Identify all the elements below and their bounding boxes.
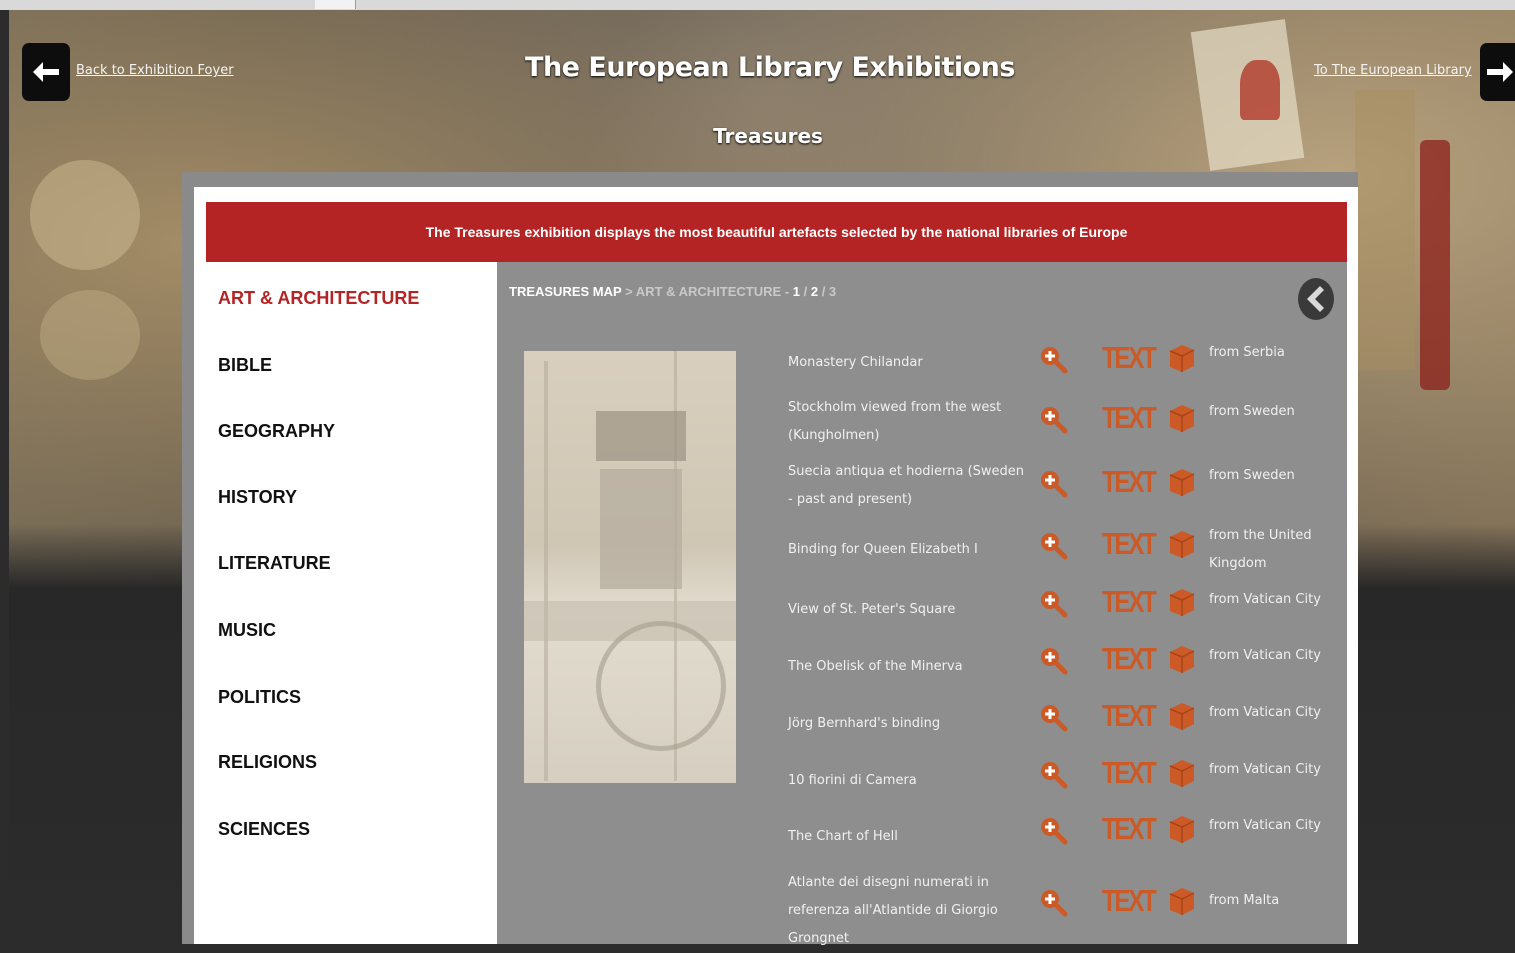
cube-icon[interactable]	[1167, 586, 1197, 618]
treasure-title[interactable]: 10 fiorini di Camera	[788, 767, 1028, 795]
cube-icon[interactable]	[1167, 342, 1197, 374]
browser-tab[interactable]	[315, 0, 356, 9]
cube-icon[interactable]	[1167, 813, 1197, 845]
treasure-title[interactable]: Stockholm viewed from the west (Kungholm…	[788, 394, 1028, 450]
category-sidebar: ART & ARCHITECTURE BIBLE GEOGRAPHY HISTO…	[206, 262, 497, 944]
text-button[interactable]: TEXT	[1102, 583, 1157, 621]
page-link-1[interactable]: 1	[793, 284, 800, 299]
breadcrumb-root[interactable]: TREASURES MAP	[509, 284, 621, 299]
previous-button[interactable]	[1298, 278, 1334, 320]
treasure-title[interactable]: View of St. Peter's Square	[788, 596, 1028, 624]
page-title: The European Library Exhibitions	[525, 52, 1015, 83]
treasure-title[interactable]: Atlante dei disegni numerati in referenz…	[788, 869, 1028, 953]
origin-label: from Vatican City	[1209, 648, 1321, 663]
origin-label: from Vatican City	[1209, 705, 1321, 720]
treasure-title[interactable]: Monastery Chilandar	[788, 349, 1028, 377]
cube-icon[interactable]	[1167, 402, 1197, 434]
magnifier-plus-icon[interactable]	[1038, 702, 1068, 732]
origin-label: from Serbia	[1209, 345, 1285, 360]
sidebar-item-history[interactable]: HISTORY	[218, 487, 297, 508]
forward-button[interactable]	[1480, 43, 1515, 101]
magnifier-plus-icon[interactable]	[1038, 468, 1068, 498]
text-button[interactable]: TEXT	[1102, 640, 1157, 678]
text-button[interactable]: TEXT	[1102, 882, 1157, 920]
browser-top-strip	[0, 0, 1515, 10]
treasure-title[interactable]: Binding for Queen Elizabeth I	[788, 536, 1028, 564]
breadcrumb-section: ART & ARCHITECTURE	[635, 284, 782, 299]
treasure-list-area: TREASURES MAP > ART & ARCHITECTURE - 1 /…	[497, 262, 1347, 946]
sidebar-item-sciences[interactable]: SCIENCES	[218, 819, 310, 840]
decorative-figure	[1420, 140, 1450, 390]
origin-label: from Vatican City	[1209, 818, 1321, 833]
magnifier-plus-icon[interactable]	[1038, 404, 1068, 434]
cube-icon[interactable]	[1167, 700, 1197, 732]
sidebar-item-politics[interactable]: POLITICS	[218, 687, 301, 708]
sidebar-item-bible[interactable]: BIBLE	[218, 355, 272, 376]
text-button[interactable]: TEXT	[1102, 399, 1157, 437]
page-separator: /	[800, 284, 811, 299]
breadcrumb-separator: >	[621, 284, 636, 299]
sidebar-item-religions[interactable]: RELIGIONS	[218, 752, 317, 773]
origin-label: from Sweden	[1209, 404, 1295, 419]
text-button[interactable]: TEXT	[1102, 697, 1157, 735]
text-button[interactable]: TEXT	[1102, 525, 1157, 563]
origin-label: from Vatican City	[1209, 592, 1321, 607]
cube-icon[interactable]	[1167, 885, 1197, 917]
sidebar-item-literature[interactable]: LITERATURE	[218, 553, 331, 574]
cube-icon[interactable]	[1167, 643, 1197, 675]
cube-icon[interactable]	[1167, 757, 1197, 789]
sidebar-item-art-architecture[interactable]: ART & ARCHITECTURE	[218, 288, 419, 309]
magnifier-plus-icon[interactable]	[1038, 815, 1068, 845]
origin-label: from the United Kingdom	[1209, 528, 1312, 571]
magnifier-plus-icon[interactable]	[1038, 344, 1068, 374]
treasure-title[interactable]: Jörg Bernhard's binding	[788, 710, 1028, 738]
page-separator: /	[818, 284, 829, 299]
to-european-library-link[interactable]: To The European Library	[1314, 63, 1472, 78]
magnifier-plus-icon[interactable]	[1038, 530, 1068, 560]
origin-label: from Malta	[1209, 893, 1280, 908]
treasure-title[interactable]: The Chart of Hell	[788, 823, 1028, 851]
text-button[interactable]: TEXT	[1102, 339, 1157, 377]
magnifier-plus-icon[interactable]	[1038, 645, 1068, 675]
treasure-title[interactable]: Suecia antiqua et hodierna (Sweden - pas…	[788, 458, 1028, 514]
page-subtitle: Treasures	[713, 124, 823, 148]
page-link-2[interactable]: 2	[811, 284, 818, 299]
text-button[interactable]: TEXT	[1102, 463, 1157, 501]
origin-label: from Sweden	[1209, 468, 1295, 483]
cube-icon[interactable]	[1167, 528, 1197, 560]
breadcrumb-dash: -	[781, 284, 793, 299]
breadcrumb: TREASURES MAP > ART & ARCHITECTURE - 1 /…	[509, 284, 836, 299]
text-button[interactable]: TEXT	[1102, 810, 1157, 848]
sidebar-item-geography[interactable]: GEOGRAPHY	[218, 421, 335, 442]
treasure-title[interactable]: The Obelisk of the Minerva	[788, 653, 1028, 681]
chevron-left-circle-icon	[1299, 279, 1333, 319]
magnifier-plus-icon[interactable]	[1038, 759, 1068, 789]
text-button[interactable]: TEXT	[1102, 754, 1157, 792]
exhibition-banner: The Treasures exhibition displays the mo…	[206, 202, 1347, 262]
decorative-globe	[30, 160, 140, 270]
magnifier-plus-icon[interactable]	[1038, 887, 1068, 917]
page-link-3[interactable]: 3	[829, 284, 836, 299]
decorative-globe	[40, 290, 140, 380]
treasure-preview-image[interactable]	[524, 351, 736, 783]
cube-icon[interactable]	[1167, 466, 1197, 498]
sidebar-item-music[interactable]: MUSIC	[218, 620, 276, 641]
magnifier-plus-icon[interactable]	[1038, 588, 1068, 618]
origin-label: from Vatican City	[1209, 762, 1321, 777]
arrow-right-icon	[1487, 62, 1513, 82]
